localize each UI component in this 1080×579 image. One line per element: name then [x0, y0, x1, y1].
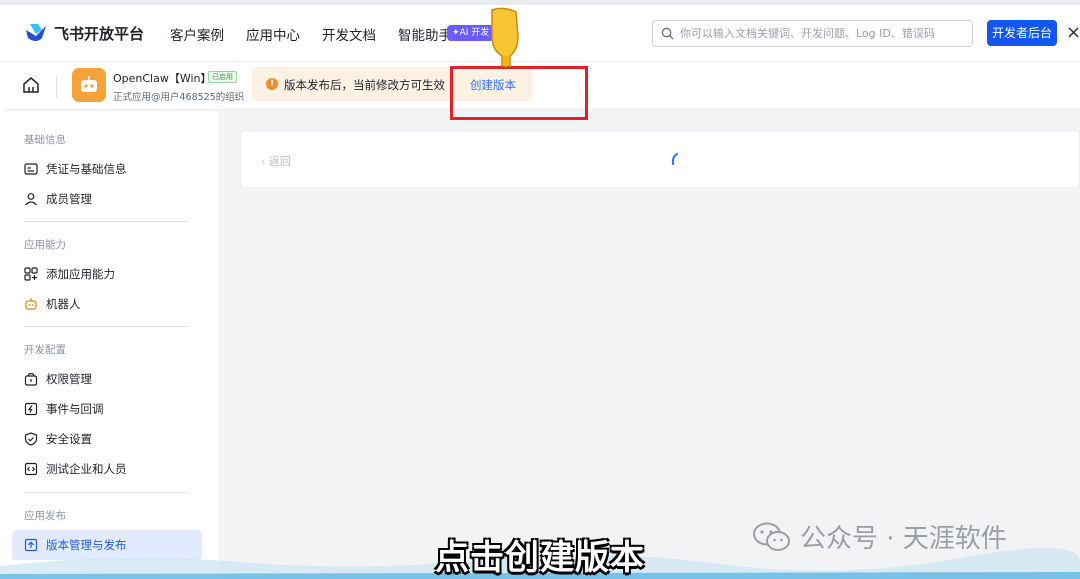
search-icon [661, 27, 674, 40]
pointing-hand-icon [491, 7, 519, 68]
sidebar-item-security[interactable]: 安全设置 [24, 431, 92, 447]
nav-customer-cases[interactable]: 客户案例 [170, 24, 224, 44]
video-subtitle: 点击创建版本 [435, 538, 645, 578]
sidebar-divider [24, 221, 188, 222]
back-link[interactable]: ‹ 返回 [261, 153, 291, 169]
home-icon[interactable] [22, 76, 40, 94]
sidebar-item-add-capability[interactable]: 添加应用能力 [24, 266, 115, 282]
main-nav: 客户案例 应用中心 开发文档 智能助手 [170, 24, 474, 44]
section-app-capability: 应用能力 [24, 239, 66, 251]
sidebar-item-label: 添加应用能力 [46, 267, 115, 281]
nav-app-center[interactable]: 应用中心 [246, 24, 300, 44]
nav-dev-docs[interactable]: 开发文档 [322, 24, 376, 44]
member-icon [25, 193, 37, 206]
test-icon [24, 462, 38, 476]
sidebar-item-label: 权限管理 [46, 372, 92, 386]
robot-icon [25, 298, 37, 310]
shield-icon [24, 432, 38, 446]
feishu-logo-icon [26, 24, 46, 41]
sidebar-divider [24, 492, 188, 493]
app-avatar [72, 68, 106, 102]
browser-strip [0, 0, 1080, 5]
sidebar-item-label: 成员管理 [46, 192, 92, 206]
search-input[interactable] [680, 27, 972, 40]
close-icon[interactable]: × [1066, 22, 1080, 43]
nav-smart-assistant[interactable]: 智能助手 [398, 24, 452, 44]
content-card: ‹ 返回 [240, 130, 1080, 188]
create-version-link[interactable]: 创建版本 [470, 77, 516, 93]
sidebar-item-robot[interactable]: 机器人 [24, 296, 81, 312]
sidebar-divider [24, 326, 188, 327]
sidebar-item-label: 安全设置 [46, 432, 92, 446]
notice-text: 版本发布后，当前修改方可生效 [284, 78, 445, 92]
sidebar-item-credentials[interactable]: 凭证与基础信息 [24, 161, 127, 177]
doc-search[interactable] [652, 20, 973, 47]
sidebar-item-label: 凭证与基础信息 [46, 162, 127, 176]
sidebar-item-events[interactable]: 事件与回调 [24, 401, 104, 417]
sidebar-item-label: 事件与回调 [46, 402, 104, 416]
credential-icon [24, 163, 38, 175]
app-org: 正式应用@用户468525的组织 [113, 92, 245, 103]
developer-console-button[interactable]: 开发者后台 [987, 20, 1057, 46]
warning-icon: ! [266, 78, 278, 90]
top-navigation-bar: 飞书开放平台 客户案例 应用中心 开发文档 智能助手 ✦AI 开发 开发者后台 … [0, 0, 1080, 62]
app-name: OpenClaw【Win】 [113, 72, 212, 85]
section-app-publish: 应用发布 [24, 510, 66, 522]
robot-face-icon [81, 76, 97, 92]
brand-name: 飞书开放平台 [54, 24, 145, 43]
sidebar-item-permissions[interactable]: 权限管理 [24, 371, 92, 387]
loading-spinner-icon [671, 153, 678, 165]
section-dev-config: 开发配置 [24, 344, 66, 356]
status-badge: 已启用 [208, 71, 237, 83]
permission-icon [24, 372, 38, 386]
sidebar-item-label: 测试企业和人员 [46, 462, 127, 476]
sidebar-item-members[interactable]: 成员管理 [24, 191, 92, 207]
sidebar-item-test-org[interactable]: 测试企业和人员 [24, 461, 127, 477]
section-basic-info: 基础信息 [24, 134, 66, 146]
event-icon [24, 402, 38, 416]
sidebar: 基础信息 凭证与基础信息 成员管理 应用能力 添加应用能力 机器人 开发配置 权… [0, 111, 220, 579]
header-divider [56, 76, 57, 98]
sidebar-item-label: 机器人 [46, 297, 81, 311]
add-capability-icon [24, 267, 38, 281]
brand-logo[interactable]: 飞书开放平台 [24, 22, 144, 44]
publish-notice-banner: ! 版本发布后，当前修改方可生效 创建版本 [252, 67, 532, 101]
app-header: OpenClaw【Win】 已启用 正式应用@用户468525的组织 ! 版本发… [0, 62, 1080, 110]
